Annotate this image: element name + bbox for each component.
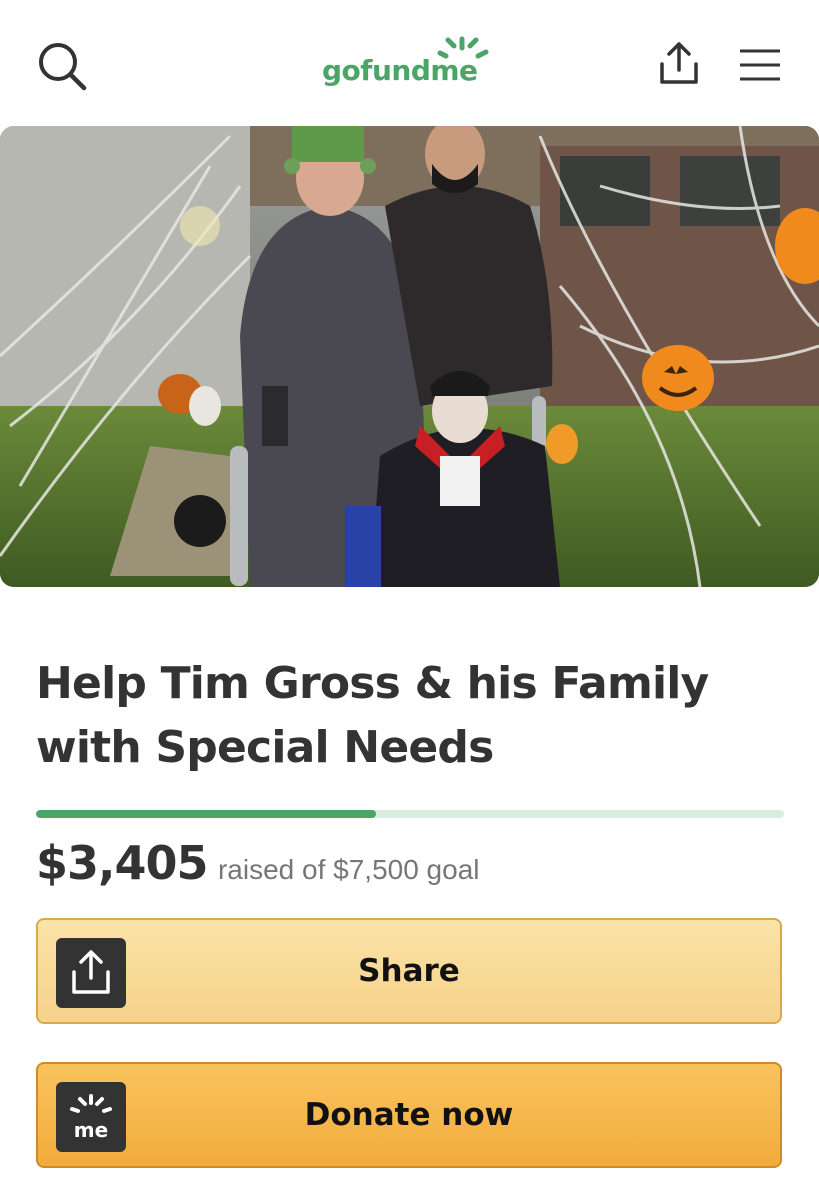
halloween-family-photo <box>0 126 819 587</box>
header-share-button[interactable] <box>654 38 704 90</box>
share-button[interactable]: Share <box>36 918 782 1024</box>
progress-bar-fill <box>36 810 376 818</box>
campaign-title: Help Tim Gross & his Family with Special… <box>36 658 709 773</box>
share-upload-icon <box>660 42 698 84</box>
progress-bar <box>36 810 784 818</box>
raised-amount: $3,405 <box>36 836 209 890</box>
campaign-photo[interactable] <box>0 126 819 587</box>
gofundme-logo[interactable]: gofundme <box>322 36 498 92</box>
search-icon <box>39 43 87 91</box>
campaign-page: gofundme Help Tim Gross & his Family wit… <box>0 0 819 1200</box>
goal-text: raised of $7,500 goal <box>217 854 480 885</box>
top-header: gofundme <box>0 0 819 126</box>
donate-now-button[interactable]: me Donate now <box>36 1062 782 1168</box>
raised-summary: $3,405 raised of $7,500 goal <box>36 836 796 896</box>
logo-text: gofundme <box>322 54 478 87</box>
hamburger-menu-icon <box>740 49 780 81</box>
menu-button[interactable] <box>738 46 782 84</box>
search-button[interactable] <box>36 40 90 94</box>
donate-button-label: Donate now <box>304 1097 514 1133</box>
share-button-label: Share <box>358 953 460 989</box>
